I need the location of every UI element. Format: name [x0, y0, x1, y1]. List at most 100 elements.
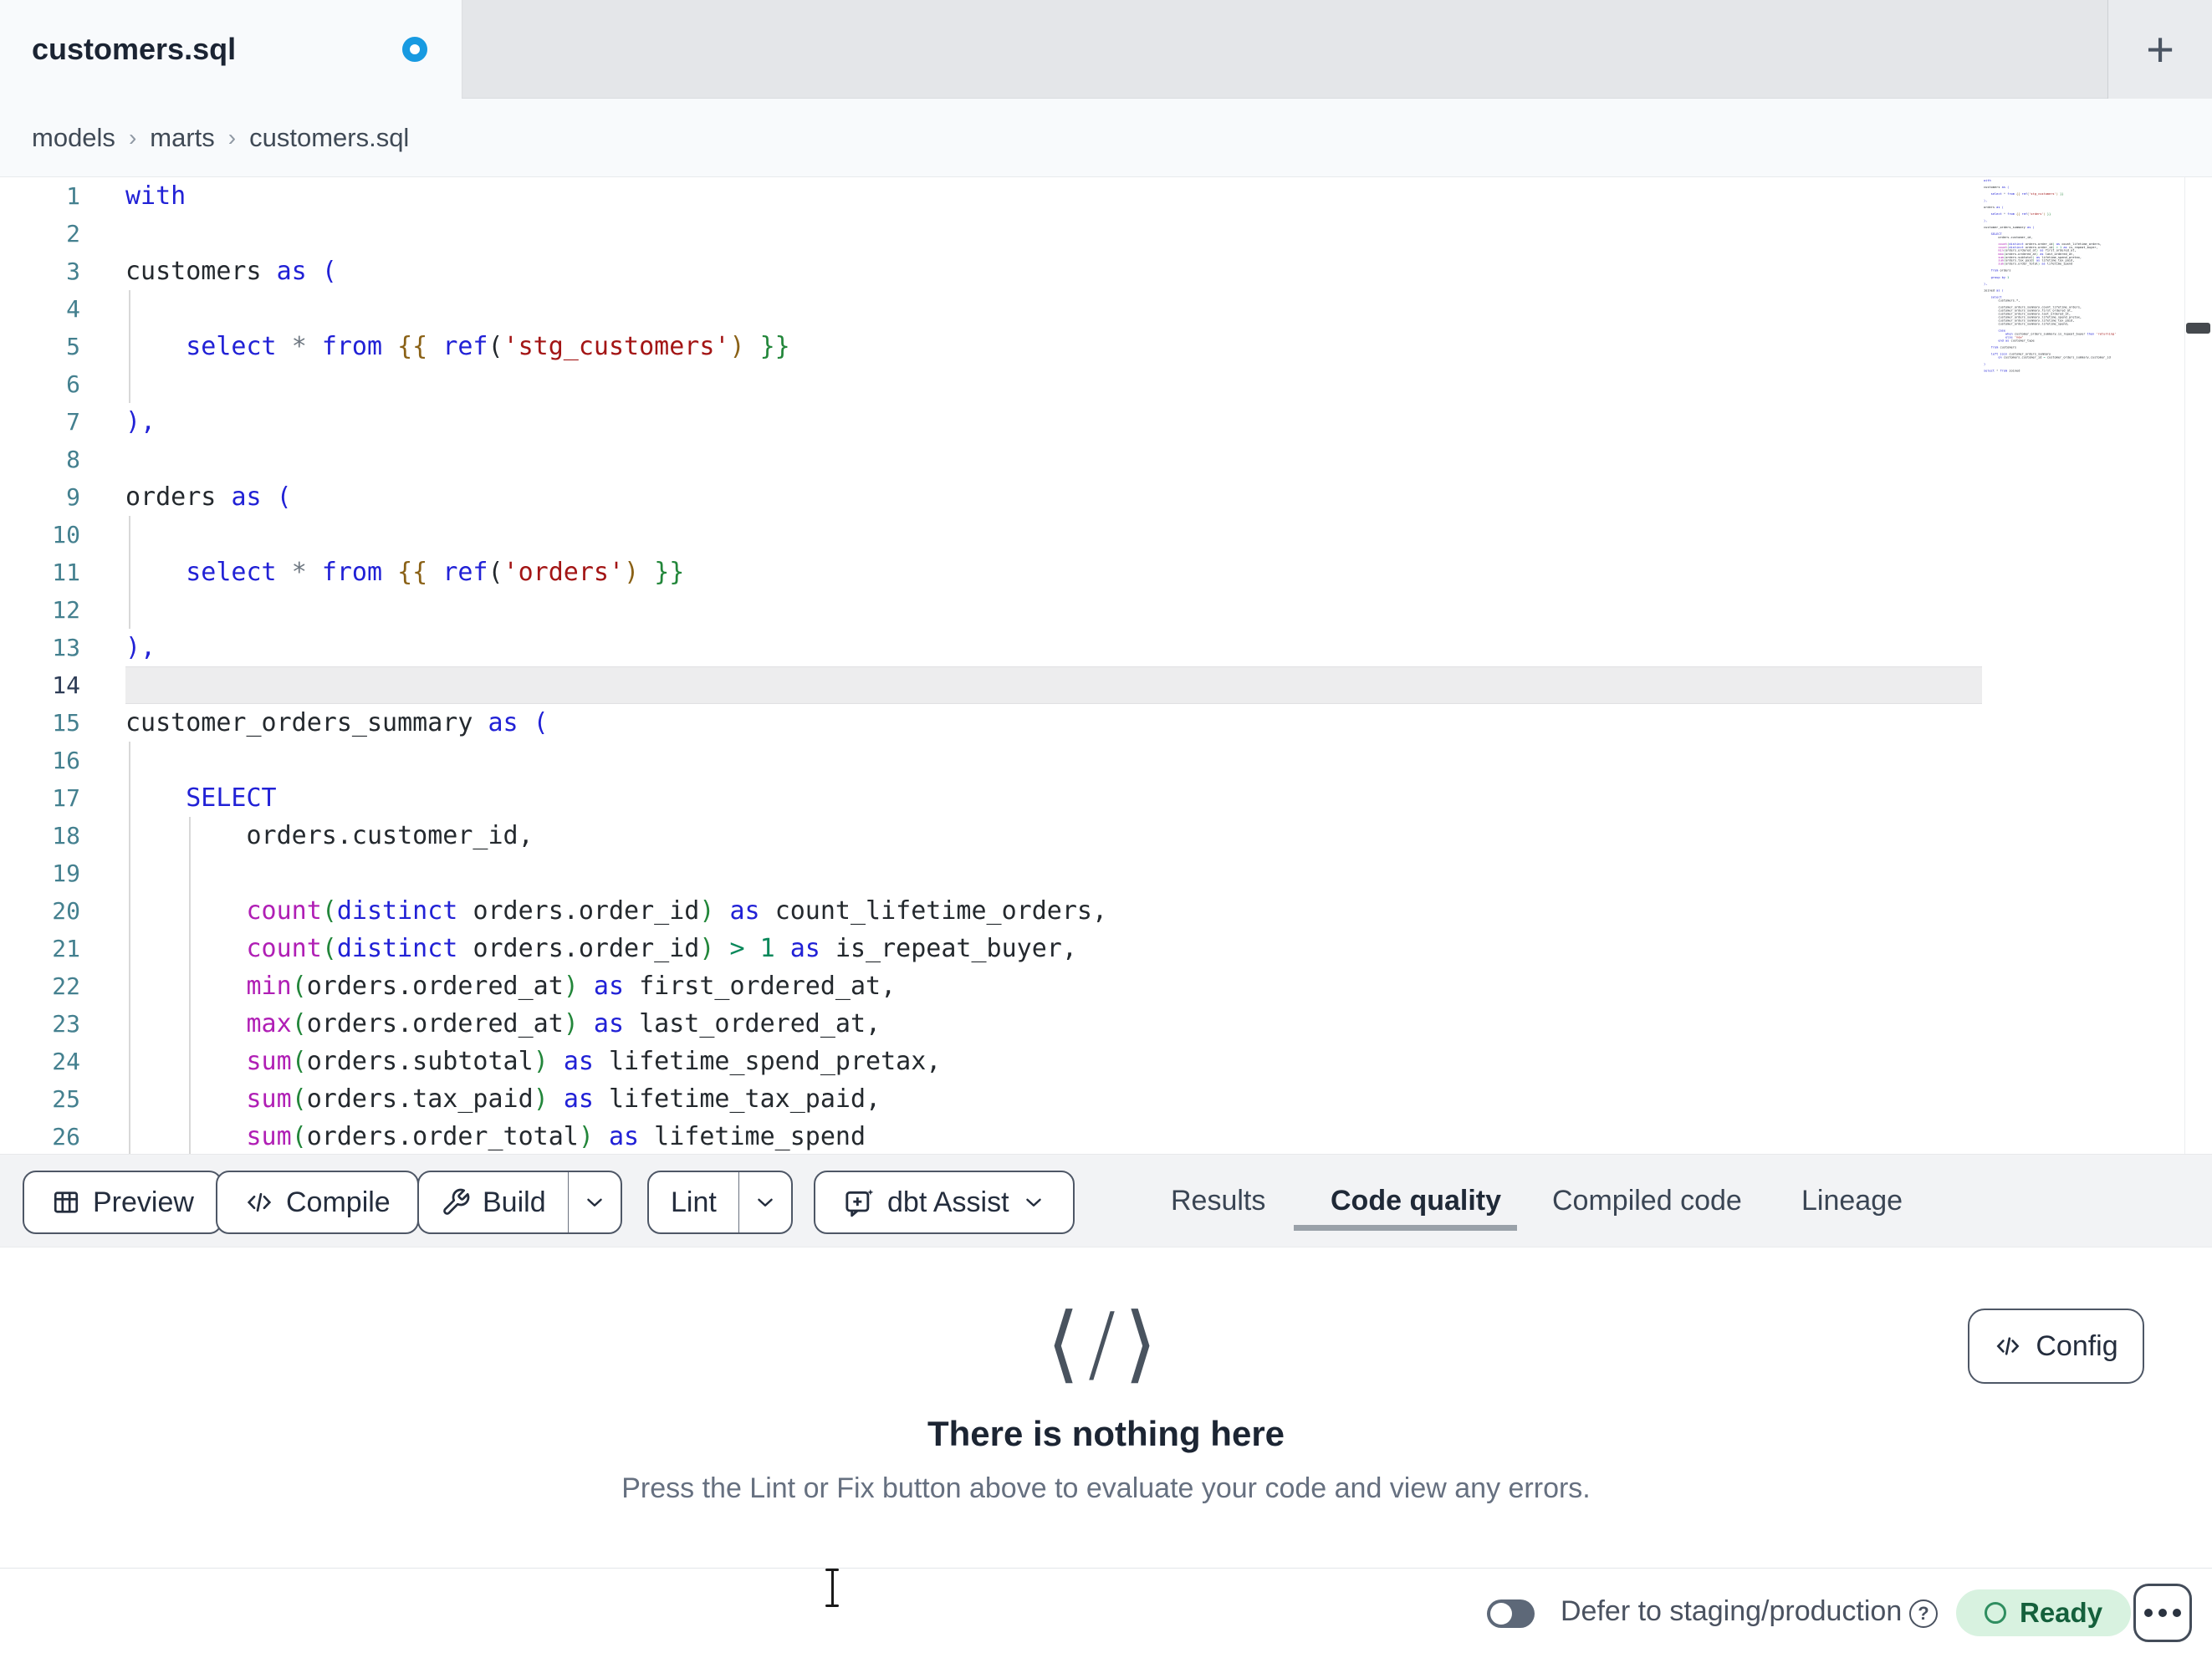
line-number[interactable]: 17 [0, 779, 125, 817]
build-label: Build [483, 1186, 546, 1218]
code-line[interactable]: 11 select * from {{ ref('orders') }} [0, 554, 2212, 591]
indent-guide [129, 516, 130, 629]
line-number[interactable]: 13 [0, 629, 125, 666]
lint-button[interactable]: Lint [649, 1172, 738, 1232]
code-line[interactable]: 1 with [0, 177, 2212, 215]
editor-minimap[interactable]: with customers as ( select * from {{ ref… [1984, 179, 2183, 380]
code-line[interactable]: 10 [0, 516, 2212, 554]
scrollbar-thumb[interactable] [2186, 323, 2210, 334]
line-number[interactable]: 22 [0, 967, 125, 1005]
code-icon [244, 1187, 274, 1217]
line-number[interactable]: 9 [0, 478, 125, 516]
line-number[interactable]: 11 [0, 554, 125, 591]
code-line[interactable]: 24 sum(orders.subtotal) as lifetime_spen… [0, 1043, 2212, 1080]
breadcrumb-customers-sql[interactable]: customers.sql [249, 123, 409, 153]
toggle-knob [1490, 1603, 1512, 1625]
build-dropdown-button[interactable] [567, 1172, 621, 1232]
chevron-down-icon [582, 1190, 607, 1215]
line-number[interactable]: 21 [0, 930, 125, 967]
breadcrumb-marts[interactable]: marts [150, 123, 215, 153]
code-quality-panel: ⟨/⟩ There is nothing here Press the Lint… [0, 1247, 2212, 1568]
chevron-down-icon [1021, 1190, 1046, 1215]
dbt-assist-button[interactable]: dbt Assist [814, 1171, 1075, 1234]
line-number[interactable]: 16 [0, 742, 125, 779]
code-line[interactable]: 3 customers as ( [0, 253, 2212, 290]
status-badge[interactable]: Ready [1956, 1589, 2132, 1636]
code-line[interactable]: 23 max(orders.ordered_at) as last_ordere… [0, 1005, 2212, 1043]
code-line[interactable]: 5 select * from {{ ref('stg_customers') … [0, 328, 2212, 365]
code-line[interactable]: 25 sum(orders.tax_paid) as lifetime_tax_… [0, 1080, 2212, 1118]
breadcrumb-models[interactable]: models [32, 123, 115, 153]
tab-results[interactable]: Results [1171, 1155, 1265, 1247]
code-line[interactable]: 18 orders.customer_id, [0, 817, 2212, 855]
code-icon [1994, 1332, 2022, 1360]
tab-compiled-code[interactable]: Compiled code [1552, 1155, 1742, 1247]
tab-lineage[interactable]: Lineage [1801, 1155, 1903, 1247]
code-line[interactable]: 7), [0, 403, 2212, 441]
code-line[interactable]: 17 SELECT [0, 779, 2212, 817]
tab-customers-sql[interactable]: customers.sql [0, 0, 462, 99]
line-number[interactable]: 10 [0, 516, 125, 554]
dbt-assist-label: dbt Assist [887, 1186, 1009, 1218]
line-number[interactable]: 1 [0, 177, 125, 215]
line-number[interactable]: 3 [0, 253, 125, 290]
lint-label: Lint [671, 1186, 717, 1218]
config-button[interactable]: Config [1968, 1309, 2144, 1384]
line-number[interactable]: 12 [0, 591, 125, 629]
code-line[interactable]: 9 orders as ( [0, 478, 2212, 516]
code-line[interactable]: 21 count(distinct orders.order_id) > 1 a… [0, 930, 2212, 967]
code-line[interactable]: 6 [0, 365, 2212, 403]
config-label: Config [2036, 1329, 2118, 1362]
line-number[interactable]: 6 [0, 365, 125, 403]
text-cursor-pointer [824, 1569, 840, 1607]
help-icon[interactable]: ? [1909, 1599, 1938, 1628]
status-bar: Defer to staging/production ? Ready [0, 1568, 2212, 1653]
defer-label: Defer to staging/production [1561, 1595, 1903, 1627]
tab-code-quality[interactable]: Code quality [1331, 1155, 1501, 1247]
compile-label: Compile [286, 1186, 391, 1218]
code-line[interactable]: 22 min(orders.ordered_at) as first_order… [0, 967, 2212, 1005]
code-line[interactable]: 16 [0, 742, 2212, 779]
code-line[interactable]: 13), [0, 629, 2212, 666]
breadcrumb-separator-icon: › [227, 125, 237, 151]
code-line[interactable]: 26 sum(orders.order_total) as lifetime_s… [0, 1118, 2212, 1154]
line-number[interactable]: 23 [0, 1005, 125, 1043]
sql-code-editor[interactable]: 1 with 2 3 customers as (4 5 select * from {{… [0, 177, 2212, 1154]
line-number[interactable]: 8 [0, 441, 125, 478]
table-icon [51, 1187, 81, 1217]
new-tab-button[interactable]: + [2107, 0, 2212, 99]
line-number[interactable]: 24 [0, 1043, 125, 1080]
code-line[interactable]: 8 [0, 441, 2212, 478]
more-options-button[interactable] [2133, 1584, 2192, 1642]
line-number[interactable]: 25 [0, 1080, 125, 1118]
breadcrumb-row: models › marts › customers.sql [0, 99, 2212, 269]
code-line[interactable]: 2 [0, 215, 2212, 253]
line-number[interactable]: 19 [0, 855, 125, 892]
code-line[interactable]: 15 customer_orders_summary as ( [0, 704, 2212, 742]
lint-dropdown-button[interactable] [738, 1172, 791, 1232]
code-line[interactable]: 12 [0, 591, 2212, 629]
preview-button[interactable]: Preview [23, 1171, 222, 1234]
line-number[interactable]: 4 [0, 290, 125, 328]
build-button[interactable]: Build [419, 1172, 568, 1232]
line-number[interactable]: 5 [0, 328, 125, 365]
line-number[interactable]: 26 [0, 1118, 125, 1154]
empty-state: ⟨/⟩ There is nothing here Press the Lint… [0, 1247, 2212, 1505]
build-split-button: Build [417, 1171, 622, 1234]
line-number[interactable]: 2 [0, 215, 125, 253]
line-number[interactable]: 20 [0, 892, 125, 930]
breadcrumb: models › marts › customers.sql [32, 99, 409, 177]
code-line[interactable]: 19 [0, 855, 2212, 892]
line-number[interactable]: 15 [0, 704, 125, 742]
defer-toggle[interactable] [1487, 1599, 1535, 1628]
code-line[interactable]: 20 count(distinct orders.order_id) as co… [0, 892, 2212, 930]
line-number[interactable]: 18 [0, 817, 125, 855]
active-tab-underline [1294, 1225, 1517, 1231]
status-ring-icon [1985, 1602, 2006, 1624]
code-line[interactable]: 14 [0, 666, 2212, 704]
line-number[interactable]: 7 [0, 403, 125, 441]
code-line[interactable]: 4 [0, 290, 2212, 328]
line-number[interactable]: 14 [0, 666, 125, 704]
compile-button[interactable]: Compile [216, 1171, 419, 1234]
indent-guide [129, 290, 130, 403]
